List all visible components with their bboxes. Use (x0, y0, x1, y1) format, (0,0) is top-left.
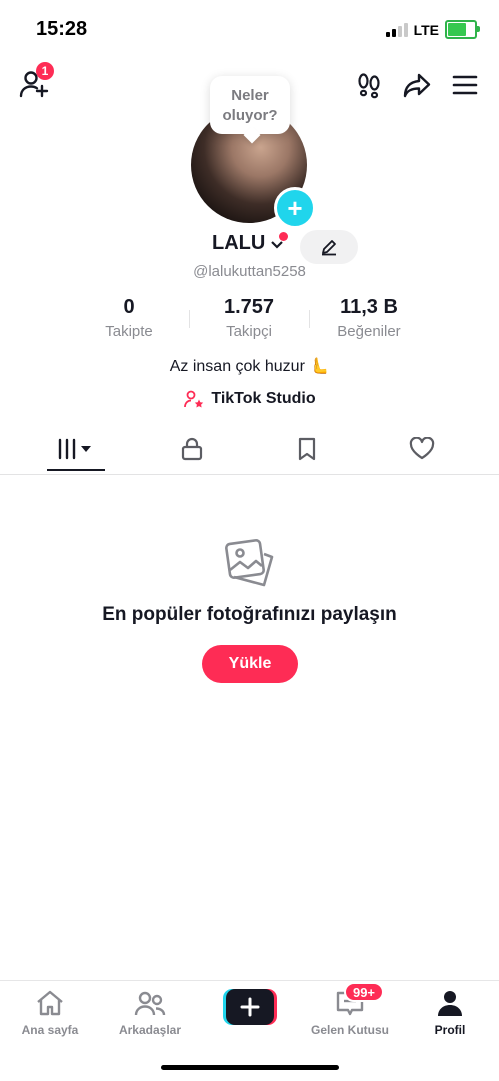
status-time: 15:28 (36, 18, 88, 40)
content-tabs (0, 424, 499, 475)
battery-icon (445, 20, 480, 39)
photo-placeholder-icon (222, 536, 278, 592)
plus-icon: + (287, 193, 303, 223)
profile-icon (438, 991, 462, 1016)
signal-icon (385, 22, 408, 37)
tiktok-studio-link[interactable]: TikTok Studio (0, 389, 499, 409)
tab-videos[interactable] (14, 424, 138, 474)
lock-icon (181, 437, 203, 461)
new-indicator-dot (279, 232, 288, 241)
studio-person-star-icon (184, 390, 204, 408)
following-label: Takipte (105, 323, 153, 340)
home-indicator (161, 1065, 339, 1070)
account-switcher[interactable]: LALU (212, 232, 285, 255)
grid-filter-icon (58, 438, 91, 460)
likes-label: Beğeniler (337, 323, 401, 340)
nav-inbox-label: Gelen Kutusu (310, 1023, 389, 1037)
following-stat[interactable]: 0 Takipte (69, 296, 189, 340)
nav-profile-label: Profil (434, 1023, 466, 1037)
tab-private[interactable] (130, 424, 254, 474)
inbox-badge: 99+ (344, 982, 384, 1002)
nav-profile[interactable]: Profil (402, 987, 498, 1037)
nav-friends-label: Arkadaşlar (118, 1023, 182, 1037)
profile-views-button[interactable] (352, 68, 386, 102)
tab-liked[interactable] (360, 424, 484, 474)
status-indicators: LTE (385, 20, 480, 39)
active-tab-indicator (47, 469, 105, 471)
display-name: LALU (212, 232, 266, 254)
network-label: LTE (413, 21, 439, 38)
status-prompt-bubble[interactable]: Neler oluyor? (210, 76, 290, 134)
create-button[interactable] (223, 989, 277, 1025)
edit-profile-button[interactable] (300, 230, 358, 264)
add-story-button[interactable]: + (274, 187, 316, 229)
footprint-icon (358, 73, 380, 99)
nav-home-label: Ana sayfa (21, 1023, 79, 1037)
tab-saved[interactable] (245, 424, 369, 474)
heart-icon (409, 437, 435, 460)
likes-stat[interactable]: 11,3 B Beğeniler (309, 296, 429, 340)
home-icon (37, 990, 63, 1016)
followers-stat[interactable]: 1.757 Takipçi (189, 296, 309, 340)
followers-count: 1.757 (223, 296, 275, 318)
friends-icon (134, 991, 166, 1016)
status-prompt-line1: Neler (231, 87, 269, 104)
nav-friends[interactable]: Arkadaşlar (102, 987, 198, 1037)
pencil-icon (322, 240, 336, 256)
username: @lalukuttan5258 (193, 263, 306, 280)
empty-state-title: En popüler fotoğrafınızı paylaşın (102, 604, 397, 625)
hamburger-menu-icon (452, 75, 478, 95)
notification-badge: 1 (36, 62, 54, 80)
share-icon (403, 73, 431, 98)
menu-button[interactable] (448, 68, 482, 102)
studio-label: TikTok Studio (211, 390, 316, 407)
likes-count: 11,3 B (340, 296, 398, 318)
create-plus-icon (223, 989, 277, 1025)
share-profile-button[interactable] (400, 68, 434, 102)
status-prompt-line2: oluyor? (222, 107, 278, 124)
bookmark-icon (298, 437, 316, 461)
followers-label: Takipçi (226, 323, 272, 340)
profile-bio: Az insan çok huzur 🫷 (169, 358, 330, 375)
upload-button[interactable]: Yükle (202, 645, 298, 683)
nav-home[interactable]: Ana sayfa (2, 987, 98, 1037)
following-count: 0 (123, 296, 135, 318)
